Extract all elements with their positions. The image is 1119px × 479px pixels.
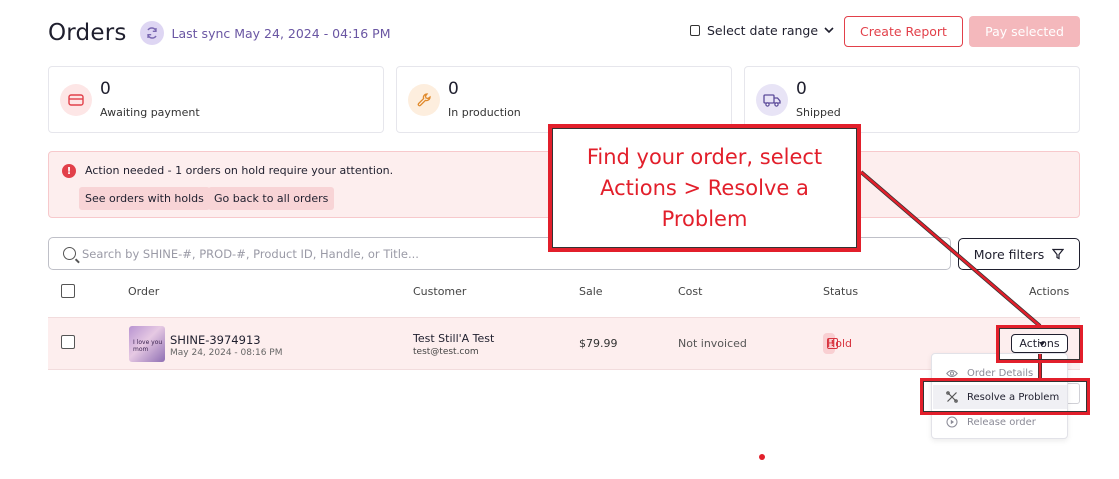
create-report-button[interactable]: Create Report bbox=[844, 16, 963, 47]
row-checkbox[interactable] bbox=[61, 335, 75, 349]
column-header-cost: Cost bbox=[678, 285, 703, 298]
cost-value: Not invoiced bbox=[678, 337, 747, 350]
pay-selected-button[interactable]: Pay selected bbox=[969, 16, 1080, 47]
column-header-customer: Customer bbox=[413, 285, 467, 298]
last-sync-text: Last sync May 24, 2024 - 04:16 PM bbox=[171, 25, 391, 41]
play-circle-icon bbox=[946, 416, 958, 428]
table-row[interactable]: I love you mom SHINE-3974913 May 24, 202… bbox=[48, 317, 1080, 370]
alert-message: Action needed - 1 orders on hold require… bbox=[85, 164, 394, 177]
stat-label: In production bbox=[448, 106, 521, 119]
stat-card-in-production[interactable]: 0 In production bbox=[396, 66, 732, 133]
cursor-marker bbox=[759, 454, 765, 460]
credit-card-icon bbox=[60, 84, 92, 116]
stat-value: 0 bbox=[448, 79, 459, 99]
date-range-selector[interactable]: Select date range bbox=[690, 23, 834, 38]
more-filters-label: More filters bbox=[973, 246, 1045, 262]
select-all-checkbox[interactable] bbox=[61, 284, 75, 298]
status-badge: ! Hold bbox=[823, 333, 852, 354]
page-header: Orders Last sync May 24, 2024 - 04:16 PM… bbox=[48, 16, 1080, 50]
product-thumbnail[interactable]: I love you mom bbox=[129, 326, 165, 362]
calendar-icon bbox=[690, 25, 700, 36]
callout-text: Find your order, select Actions > Resolv… bbox=[586, 144, 823, 231]
see-orders-with-holds-button[interactable]: See orders with holds bbox=[79, 187, 210, 210]
sync-icon[interactable] bbox=[139, 21, 164, 45]
column-header-status: Status bbox=[823, 285, 859, 298]
order-id[interactable]: SHINE-3974913 bbox=[170, 333, 261, 347]
stat-card-shipped[interactable]: 0 Shipped bbox=[744, 66, 1080, 133]
column-header-order: Order bbox=[128, 285, 160, 298]
page-title: Orders bbox=[48, 20, 127, 46]
column-header-actions: Actions bbox=[1029, 285, 1070, 298]
stat-card-awaiting-payment[interactable]: 0 Awaiting payment bbox=[48, 66, 384, 133]
menu-item-label: Order Details bbox=[967, 367, 1034, 379]
thumbnail-text: I love you mom bbox=[133, 339, 163, 353]
eye-icon bbox=[946, 369, 958, 377]
customer-name: Test Still'A Test bbox=[413, 332, 495, 345]
status-text: Hold bbox=[827, 337, 853, 350]
annotation-highlight-resolve bbox=[920, 378, 1090, 415]
stat-label: Shipped bbox=[796, 106, 841, 119]
back-to-all-orders-button[interactable]: Go back to all orders bbox=[208, 187, 335, 210]
customer-email: test@test.com bbox=[413, 347, 479, 357]
column-header-sale: Sale bbox=[579, 285, 603, 298]
search-icon bbox=[63, 247, 76, 260]
annotation-callout: Find your order, select Actions > Resolv… bbox=[548, 124, 861, 252]
stat-label: Awaiting payment bbox=[100, 106, 200, 119]
alert-icon: ! bbox=[62, 164, 76, 178]
order-date: May 24, 2024 - 08:16 PM bbox=[170, 348, 283, 358]
more-filters-button[interactable]: More filters bbox=[958, 238, 1080, 270]
date-range-label: Select date range bbox=[707, 23, 819, 38]
annotation-highlight-actions bbox=[996, 325, 1083, 363]
refresh-icon bbox=[146, 27, 157, 39]
sale-amount: $79.99 bbox=[579, 337, 618, 350]
truck-icon bbox=[756, 84, 788, 116]
chevron-down-icon bbox=[824, 27, 834, 34]
stats-cards: 0 Awaiting payment 0 In production 0 Shi… bbox=[48, 66, 1080, 133]
menu-item-label: Release order bbox=[967, 416, 1036, 428]
wrench-icon bbox=[408, 84, 440, 116]
filter-icon bbox=[1052, 248, 1065, 260]
table-header: Order Customer Sale Cost Status Actions bbox=[48, 284, 1080, 300]
stat-value: 0 bbox=[100, 79, 111, 99]
stat-value: 0 bbox=[796, 79, 807, 99]
